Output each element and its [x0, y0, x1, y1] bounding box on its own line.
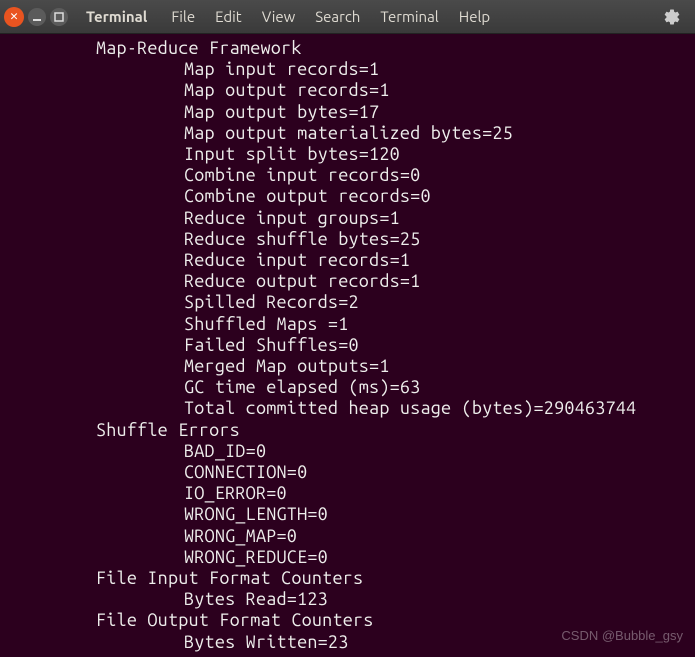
counter-line: WRONG_REDUCE=0: [184, 547, 687, 568]
counter-line: Reduce input records=1: [184, 250, 687, 271]
menu-view[interactable]: View: [252, 2, 306, 31]
gear-icon[interactable]: [661, 6, 683, 28]
window-controls: ✕: [4, 7, 68, 27]
counter-line: Reduce input groups=1: [184, 208, 687, 229]
counter-line: BAD_ID=0: [184, 441, 687, 462]
counter-line: Bytes Read=123: [184, 589, 687, 610]
minimize-icon: [32, 12, 42, 22]
counter-line: Map input records=1: [184, 59, 687, 80]
close-button[interactable]: ✕: [4, 7, 24, 27]
terminal-output[interactable]: Map-Reduce FrameworkMap input records=1M…: [0, 34, 695, 657]
counter-line: IO_ERROR=0: [184, 483, 687, 504]
menu-help[interactable]: Help: [449, 2, 500, 31]
counter-line: Input split bytes=120: [184, 144, 687, 165]
counter-line: CONNECTION=0: [184, 462, 687, 483]
counter-line: WRONG_LENGTH=0: [184, 504, 687, 525]
counter-line: Map output records=1: [184, 80, 687, 101]
counter-section-header: File Input Format Counters: [96, 568, 687, 589]
counter-line: WRONG_MAP=0: [184, 526, 687, 547]
counter-line: Spilled Records=2: [184, 292, 687, 313]
counter-line: GC time elapsed (ms)=63: [184, 377, 687, 398]
counter-section-header: Shuffle Errors: [96, 420, 687, 441]
minimize-button[interactable]: [28, 8, 46, 26]
counter-line: Merged Map outputs=1: [184, 356, 687, 377]
maximize-icon: [54, 12, 64, 22]
counter-line: Combine output records=0: [184, 186, 687, 207]
counter-line: Shuffled Maps =1: [184, 314, 687, 335]
app-title: Terminal: [86, 8, 147, 25]
counter-line: Map output bytes=17: [184, 102, 687, 123]
counter-line: Reduce shuffle bytes=25: [184, 229, 687, 250]
menubar: ✕ Terminal File Edit View Search Termina…: [0, 0, 695, 34]
watermark: CSDN @Bubble_gsy: [561, 628, 683, 643]
counter-section-header: Map-Reduce Framework: [96, 38, 687, 59]
close-icon: ✕: [10, 9, 18, 24]
counter-line: Total committed heap usage (bytes)=29046…: [184, 398, 687, 419]
menu-edit[interactable]: Edit: [205, 2, 252, 31]
counter-line: Failed Shuffles=0: [184, 335, 687, 356]
menu-terminal[interactable]: Terminal: [370, 2, 448, 31]
counter-line: Combine input records=0: [184, 165, 687, 186]
menu-search[interactable]: Search: [305, 2, 370, 31]
menu-file[interactable]: File: [161, 2, 205, 31]
counter-line: Reduce output records=1: [184, 271, 687, 292]
maximize-button[interactable]: [50, 8, 68, 26]
counter-line: Map output materialized bytes=25: [184, 123, 687, 144]
